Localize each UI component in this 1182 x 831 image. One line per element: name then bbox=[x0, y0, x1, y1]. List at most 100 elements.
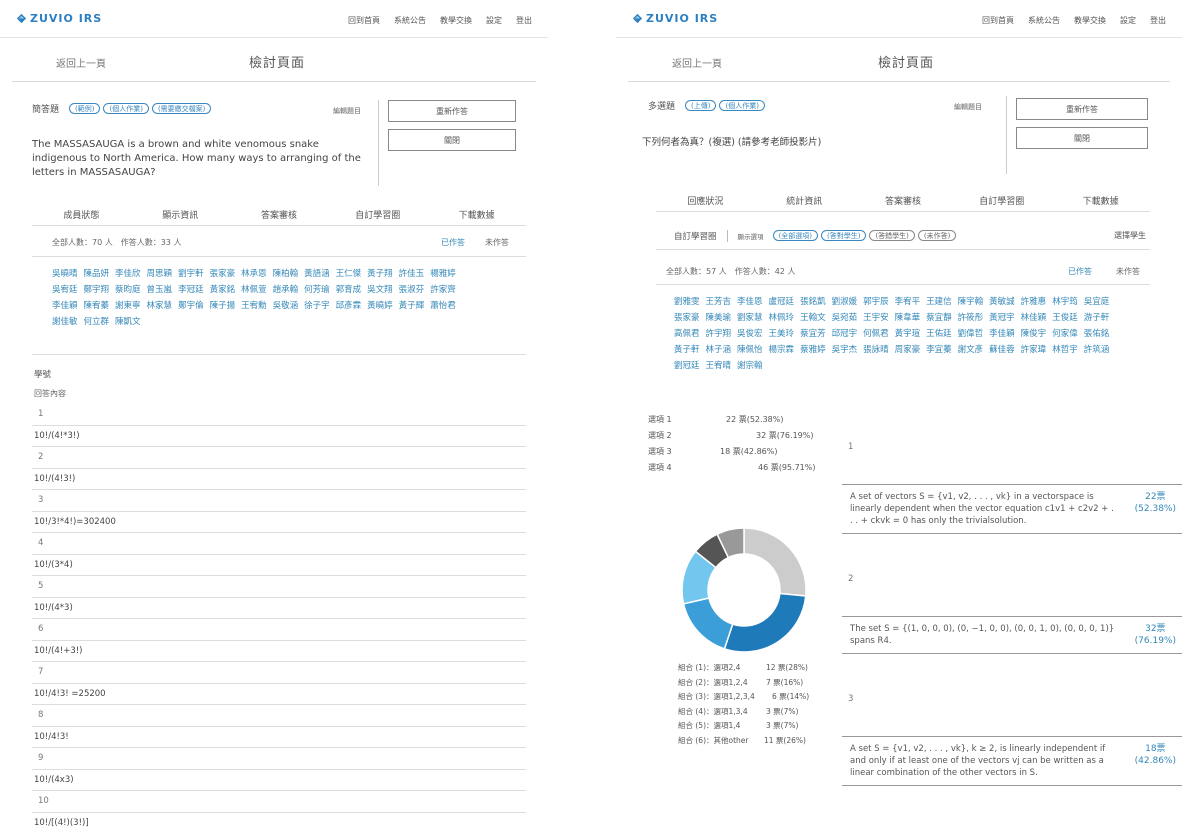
tab-answer-review[interactable]: 答案審核 bbox=[230, 208, 329, 225]
student-name-link[interactable]: 楊雅婷 bbox=[430, 269, 456, 279]
student-name-link[interactable]: 游子軒 bbox=[1084, 313, 1110, 323]
student-name-link[interactable]: 謝宗翰 bbox=[737, 361, 763, 371]
student-name-link[interactable]: 曾玉嵐 bbox=[147, 285, 173, 295]
student-name-link[interactable]: 何佩君 bbox=[863, 329, 889, 339]
tab-display-info[interactable]: 顯示資訊 bbox=[131, 208, 230, 225]
student-name-link[interactable]: 周家豪 bbox=[895, 345, 921, 355]
student-name-link[interactable]: 陳韋華 bbox=[895, 313, 921, 323]
student-name-link[interactable]: 李冠廷 bbox=[178, 285, 204, 295]
nav-home[interactable]: 回到首頁 bbox=[348, 15, 380, 26]
student-name-link[interactable]: 王建信 bbox=[926, 297, 952, 307]
student-name-link[interactable]: 何芳瑜 bbox=[304, 285, 330, 295]
student-name-link[interactable]: 邱冠宇 bbox=[832, 329, 858, 339]
nav-announcements[interactable]: 系統公告 bbox=[394, 15, 426, 26]
student-name-link[interactable]: 陳子揚 bbox=[210, 301, 236, 311]
student-name-link[interactable]: 楊宗霖 bbox=[769, 345, 795, 355]
student-name-link[interactable]: 吳敬涵 bbox=[273, 301, 299, 311]
student-name-link[interactable]: 林佩萱 bbox=[241, 285, 267, 295]
unanswered-link[interactable]: 未作答 bbox=[485, 237, 509, 248]
student-name-link[interactable]: 陳柏翰 bbox=[273, 269, 299, 279]
filter-chip[interactable]: (答錯學生) bbox=[869, 230, 915, 241]
student-name-link[interactable]: 鄭宇倫 bbox=[178, 301, 204, 311]
tab-download[interactable]: 下載數據 bbox=[1051, 194, 1150, 211]
student-name-link[interactable]: 盧冠廷 bbox=[769, 297, 795, 307]
student-name-link[interactable]: 蔡宜芳 bbox=[800, 329, 826, 339]
back-link[interactable]: 返回上一頁 bbox=[56, 55, 106, 70]
student-name-link[interactable]: 許筑涵 bbox=[1084, 345, 1110, 355]
student-name-link[interactable]: 黃子軒 bbox=[674, 345, 700, 355]
student-name-link[interactable]: 王美玲 bbox=[769, 329, 795, 339]
student-name-link[interactable]: 劉冠廷 bbox=[674, 361, 700, 371]
student-name-link[interactable]: 周思穎 bbox=[147, 269, 173, 279]
student-name-link[interactable]: 吳宇杰 bbox=[832, 345, 858, 355]
student-name-link[interactable]: 黃冠宇 bbox=[989, 313, 1015, 323]
student-name-link[interactable]: 李佳恩 bbox=[737, 297, 763, 307]
unanswered-link[interactable]: 未作答 bbox=[1116, 266, 1140, 277]
student-name-link[interactable]: 王芳吉 bbox=[706, 297, 732, 307]
tab-member-status[interactable]: 成員狀態 bbox=[32, 208, 131, 225]
student-name-link[interactable]: 陳俊宇 bbox=[1021, 329, 1047, 339]
nav-exchange[interactable]: 教學交換 bbox=[440, 15, 472, 26]
student-name-link[interactable]: 李佳穎 bbox=[989, 329, 1015, 339]
edit-question-link[interactable]: 編輯題目 bbox=[954, 102, 982, 112]
student-name-link[interactable]: 王佑廷 bbox=[926, 329, 952, 339]
student-name-link[interactable]: 林子涵 bbox=[706, 345, 732, 355]
student-name-link[interactable]: 何家偉 bbox=[1052, 329, 1078, 339]
student-name-link[interactable]: 李宜蓁 bbox=[926, 345, 952, 355]
student-name-link[interactable]: 王翰文 bbox=[800, 313, 826, 323]
student-name-link[interactable]: 李佳欣 bbox=[115, 269, 141, 279]
student-name-link[interactable]: 許佳玉 bbox=[399, 269, 425, 279]
student-name-link[interactable]: 許宇翔 bbox=[706, 329, 732, 339]
student-name-link[interactable]: 林承恩 bbox=[241, 269, 267, 279]
student-name-link[interactable]: 陳宇翰 bbox=[958, 297, 984, 307]
student-name-link[interactable]: 黃宇瑄 bbox=[895, 329, 921, 339]
student-name-link[interactable]: 陳美瑜 bbox=[706, 313, 732, 323]
nav-logout[interactable]: 登出 bbox=[516, 15, 532, 26]
select-students-link[interactable]: 選擇學生 bbox=[1114, 230, 1146, 241]
student-name-link[interactable]: 許雅惠 bbox=[1021, 297, 1047, 307]
nav-announcements[interactable]: 系統公告 bbox=[1028, 15, 1060, 26]
student-name-link[interactable]: 黃敏誠 bbox=[989, 297, 1015, 307]
student-name-link[interactable]: 黃子翔 bbox=[367, 269, 393, 279]
student-name-link[interactable]: 黃語涵 bbox=[304, 269, 330, 279]
tab-statistics[interactable]: 統計資訊 bbox=[755, 194, 854, 211]
resend-button[interactable]: 重新作答 bbox=[388, 100, 516, 122]
student-name-link[interactable]: 吳宛茹 bbox=[832, 313, 858, 323]
close-button[interactable]: 關閉 bbox=[1016, 127, 1148, 149]
student-name-link[interactable]: 林哲宇 bbox=[1052, 345, 1078, 355]
student-name-link[interactable]: 許筱彤 bbox=[958, 313, 984, 323]
student-name-link[interactable]: 蔡昀庭 bbox=[115, 285, 141, 295]
nav-home[interactable]: 回到首頁 bbox=[982, 15, 1014, 26]
student-name-link[interactable]: 陳宥蓁 bbox=[84, 301, 110, 311]
student-name-link[interactable]: 王宇安 bbox=[863, 313, 889, 323]
student-name-link[interactable]: 王仁傑 bbox=[336, 269, 362, 279]
student-name-link[interactable]: 陳品妍 bbox=[84, 269, 110, 279]
student-name-link[interactable]: 張佑銘 bbox=[1084, 329, 1110, 339]
resend-button[interactable]: 重新作答 bbox=[1016, 98, 1148, 120]
student-name-link[interactable]: 林佩玲 bbox=[769, 313, 795, 323]
student-name-link[interactable]: 張家豪 bbox=[674, 313, 700, 323]
student-name-link[interactable]: 王俊廷 bbox=[1052, 313, 1078, 323]
tab-answer-review[interactable]: 答案審核 bbox=[854, 194, 953, 211]
student-name-link[interactable]: 黃子輝 bbox=[399, 301, 425, 311]
student-name-link[interactable]: 黃家銘 bbox=[210, 285, 236, 295]
student-name-link[interactable]: 張銘凱 bbox=[800, 297, 826, 307]
student-name-link[interactable]: 蔡宜靜 bbox=[926, 313, 952, 323]
nav-settings[interactable]: 設定 bbox=[486, 15, 502, 26]
student-name-link[interactable]: 謝文彥 bbox=[958, 345, 984, 355]
student-name-link[interactable]: 高佩君 bbox=[674, 329, 700, 339]
student-name-link[interactable]: 謝佳敏 bbox=[52, 317, 78, 327]
student-name-link[interactable]: 王宥晴 bbox=[706, 361, 732, 371]
filter-chip[interactable]: (未作答) bbox=[917, 230, 957, 241]
student-name-link[interactable]: 郭育成 bbox=[336, 285, 362, 295]
student-name-link[interactable]: 王宥勳 bbox=[241, 301, 267, 311]
student-name-link[interactable]: 吳曉晴 bbox=[52, 269, 78, 279]
tab-custom-circle[interactable]: 自訂學習圈 bbox=[952, 194, 1051, 211]
student-name-link[interactable]: 蔡雅婷 bbox=[800, 345, 826, 355]
nav-exchange[interactable]: 教學交換 bbox=[1074, 15, 1106, 26]
student-name-link[interactable]: 林宇筠 bbox=[1052, 297, 1078, 307]
student-name-link[interactable]: 徐子宇 bbox=[304, 301, 330, 311]
student-name-link[interactable]: 吳宥廷 bbox=[52, 285, 78, 295]
nav-logout[interactable]: 登出 bbox=[1150, 15, 1166, 26]
student-name-link[interactable]: 張淑芬 bbox=[399, 285, 425, 295]
